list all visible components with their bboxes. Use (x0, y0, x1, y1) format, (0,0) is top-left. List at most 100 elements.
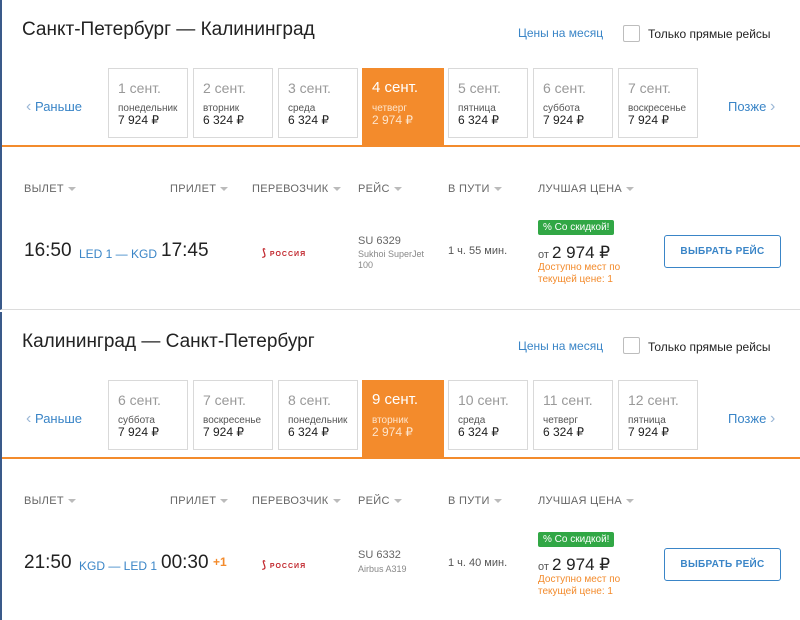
header-label: ПРИЛЕТ (170, 495, 217, 507)
date-day: 9 сент. (372, 391, 419, 408)
earlier-dates-button[interactable]: ‹ Раньше (26, 410, 82, 428)
date-card-selected[interactable]: 4 сент. четверг 2 974 ₽ (362, 68, 444, 146)
discount-badge: % Со скидкой! (538, 220, 615, 235)
sort-carrier[interactable]: ПЕРЕВОЗЧИК (252, 495, 341, 507)
availability-line: текущей цене: 1 (538, 274, 613, 285)
month-prices-link[interactable]: Цены на месяц (518, 26, 603, 40)
airline-logo: ⟆ РОССИЯ (262, 248, 306, 259)
header-label: ВЫЛЕТ (24, 183, 64, 195)
availability-line: Доступно мест по (538, 262, 621, 273)
price-prefix: от (538, 249, 549, 261)
later-label: Позже (728, 99, 767, 114)
sort-best-price[interactable]: ЛУЧШАЯ ЦЕНА (538, 495, 635, 507)
date-day: 2 сент. (203, 80, 246, 96)
date-price: 7 924 ₽ (543, 113, 584, 127)
select-flight-button[interactable]: ВЫБРАТЬ РЕЙС (664, 548, 781, 581)
date-day: 4 сент. (372, 79, 419, 96)
date-card[interactable]: 3 сент. среда 6 324 ₽ (278, 68, 358, 138)
date-card[interactable]: 2 сент. вторник 6 324 ₽ (193, 68, 273, 138)
date-card[interactable]: 6 сент. суббота 7 924 ₽ (108, 380, 188, 450)
price-amount: 2 974 ₽ (551, 243, 611, 262)
sort-flight[interactable]: РЕЙС (358, 495, 402, 507)
divider (2, 145, 800, 147)
aircraft-type: Airbus A319 (358, 564, 407, 574)
direct-flights-label: Только прямые рейсы (648, 340, 771, 354)
header-label: ПЕРЕВОЗЧИК (252, 183, 329, 195)
caret-down-icon (332, 499, 341, 504)
header-label: РЕЙС (358, 495, 390, 507)
date-card[interactable]: 10 сент. среда 6 324 ₽ (448, 380, 528, 450)
sort-flight[interactable]: РЕЙС (358, 183, 402, 195)
sort-carrier[interactable]: ПЕРЕВОЗЧИК (252, 183, 341, 195)
date-card[interactable]: 11 сент. четверг 6 324 ₽ (533, 380, 613, 450)
chevron-right-icon: › (769, 410, 776, 427)
date-price: 6 324 ₽ (458, 425, 499, 439)
caret-down-icon (626, 187, 635, 192)
date-card[interactable]: 1 сент. понедельник 7 924 ₽ (108, 68, 188, 138)
earlier-label: Раньше (34, 99, 83, 114)
caret-down-icon (493, 499, 502, 504)
header-label: В ПУТИ (448, 495, 490, 507)
availability-line: Доступно мест по (538, 574, 621, 585)
sort-departure[interactable]: ВЫЛЕТ (24, 183, 76, 195)
date-day: 7 сент. (203, 392, 246, 408)
availability-note: Доступно мест по текущей цене: 1 (538, 262, 638, 286)
date-card-selected[interactable]: 9 сент. вторник 2 974 ₽ (362, 380, 444, 458)
departure-time: 16:50 (24, 240, 72, 261)
sort-arrival[interactable]: ПРИЛЕТ (170, 495, 229, 507)
earlier-dates-button[interactable]: ‹ Раньше (26, 98, 82, 116)
route-title: Калининград — Санкт-Петербург (22, 331, 315, 352)
route-codes: LED 1 — KGD (79, 247, 158, 261)
date-price: 6 324 ₽ (288, 425, 329, 439)
direct-flights-checkbox[interactable] (623, 25, 640, 42)
date-price: 7 924 ₽ (118, 425, 159, 439)
sort-best-price[interactable]: ЛУЧШАЯ ЦЕНА (538, 183, 635, 195)
date-day: 3 сент. (288, 80, 331, 96)
earlier-label: Раньше (34, 411, 83, 426)
flight-number: SU 6332 (358, 549, 401, 561)
date-price: 2 974 ₽ (372, 113, 413, 127)
header-label: ПРИЛЕТ (170, 183, 217, 195)
date-day: 10 сент. (458, 392, 509, 408)
arrival-time: 17:45 (161, 240, 209, 261)
select-flight-button[interactable]: ВЫБРАТЬ РЕЙС (664, 235, 781, 268)
flight-duration: 1 ч. 55 мин. (448, 245, 508, 257)
date-day: 12 сент. (628, 392, 679, 408)
later-dates-button[interactable]: Позже › (728, 98, 775, 116)
date-price: 6 324 ₽ (288, 113, 329, 127)
caret-down-icon (493, 187, 502, 192)
date-card[interactable]: 7 сент. воскресенье 7 924 ₽ (193, 380, 273, 450)
arrival-time: 00:30 (161, 552, 209, 573)
date-card[interactable]: 7 сент. воскресенье 7 924 ₽ (618, 68, 698, 138)
aircraft-type: Sukhoi SuperJet (358, 249, 425, 259)
chevron-left-icon: ‹ (26, 98, 32, 115)
rossiya-logo-icon: ⟆ (262, 248, 267, 259)
caret-down-icon (626, 499, 635, 504)
date-card[interactable]: 12 сент. пятница 7 924 ₽ (618, 380, 698, 450)
direct-flights-label: Только прямые рейсы (648, 27, 771, 41)
chevron-left-icon: ‹ (26, 410, 32, 427)
direct-flights-checkbox[interactable] (623, 337, 640, 354)
date-day: 6 сент. (543, 80, 586, 96)
sort-duration[interactable]: В ПУТИ (448, 183, 502, 195)
flight-section-return: Калининград — Санкт-Петербург Цены на ме… (0, 312, 800, 620)
header-label: ЛУЧШАЯ ЦЕНА (538, 495, 623, 507)
later-dates-button[interactable]: Позже › (728, 410, 775, 428)
date-price: 6 324 ₽ (543, 425, 584, 439)
divider (2, 457, 800, 459)
sort-arrival[interactable]: ПРИЛЕТ (170, 183, 229, 195)
date-card[interactable]: 5 сент. пятница 6 324 ₽ (448, 68, 528, 138)
sort-duration[interactable]: В ПУТИ (448, 495, 502, 507)
sort-departure[interactable]: ВЫЛЕТ (24, 495, 76, 507)
availability-note: Доступно мест по текущей цене: 1 (538, 574, 638, 598)
month-prices-link[interactable]: Цены на месяц (518, 339, 603, 353)
availability-line: текущей цене: 1 (538, 586, 613, 597)
date-card[interactable]: 6 сент. суббота 7 924 ₽ (533, 68, 613, 138)
date-card[interactable]: 8 сент. понедельник 6 324 ₽ (278, 380, 358, 450)
date-price: 7 924 ₽ (118, 113, 159, 127)
airline-name: РОССИЯ (269, 563, 307, 570)
flight-number: SU 6329 (358, 235, 401, 247)
date-price: 7 924 ₽ (628, 113, 669, 127)
price: от 2 974 ₽ (538, 555, 610, 575)
flight-duration: 1 ч. 40 мин. (448, 557, 508, 569)
